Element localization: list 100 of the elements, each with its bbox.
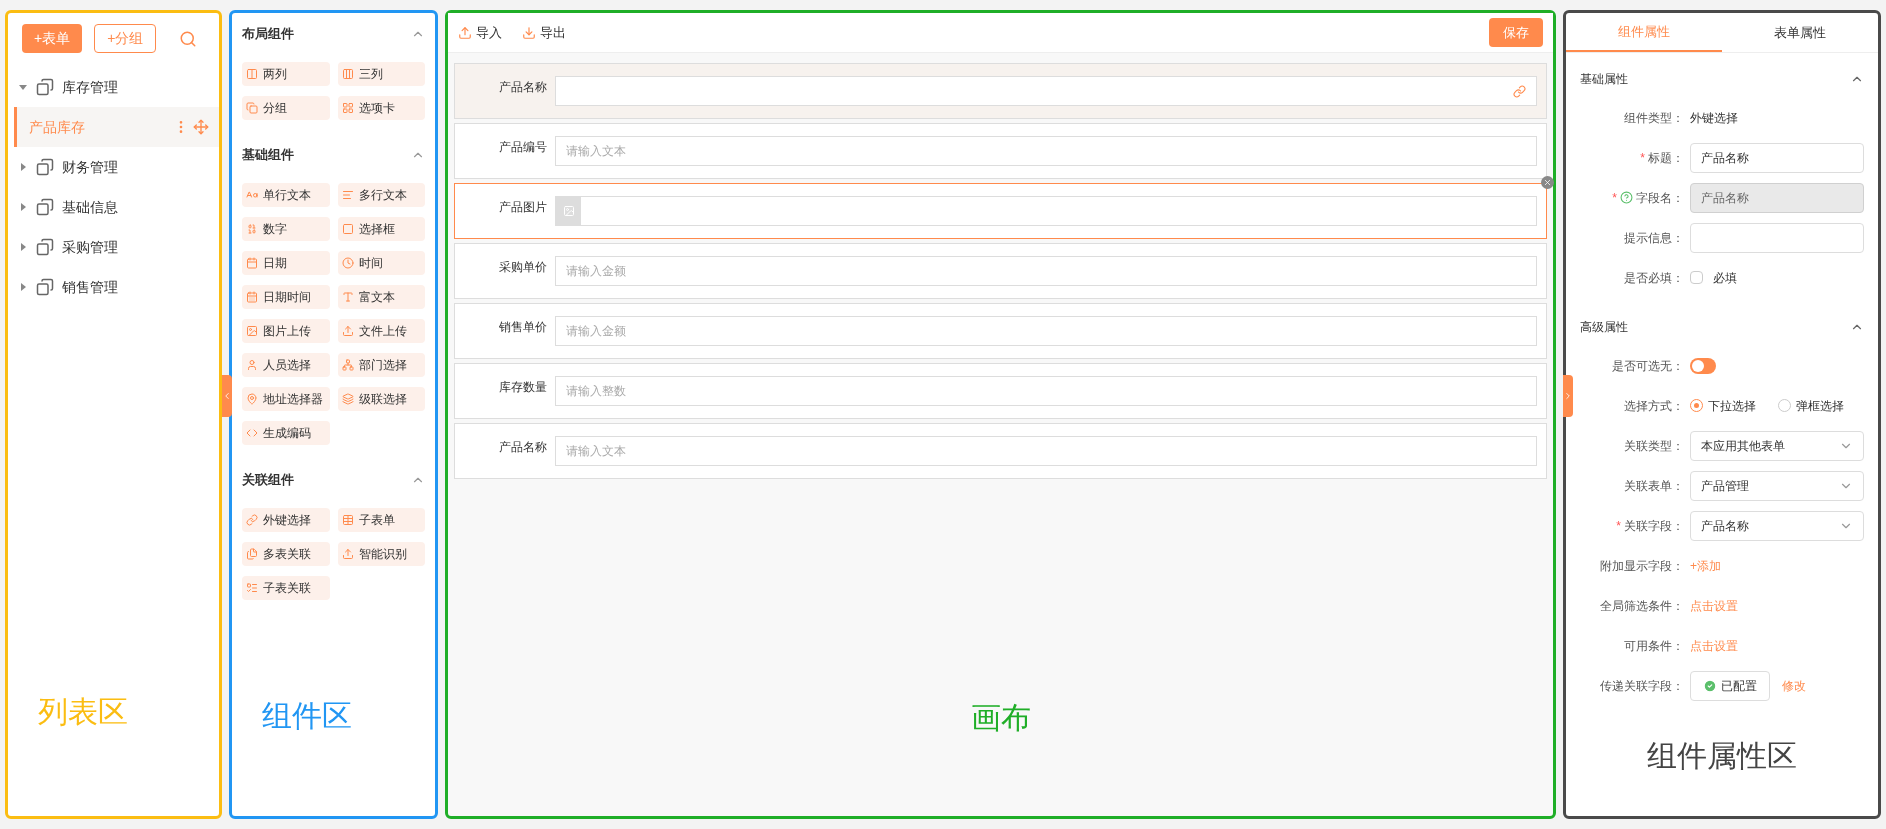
clock-icon <box>341 257 354 269</box>
component-item[interactable]: 多行文本 <box>337 183 425 207</box>
component-item[interactable]: 富文本 <box>337 285 425 309</box>
component-item[interactable]: 子表关联 <box>242 576 330 600</box>
tree-item[interactable]: 财务管理 <box>8 147 219 187</box>
text-icon <box>246 189 258 201</box>
collapse-handle[interactable] <box>1563 375 1573 417</box>
location-pin-icon <box>246 393 258 405</box>
component-item[interactable]: 三列 <box>337 62 425 86</box>
component-item[interactable]: 日期 <box>242 251 330 275</box>
component-item[interactable]: 人员选择 <box>242 353 330 377</box>
property-label: 是否必填： <box>1624 269 1684 287</box>
component-item[interactable]: 级联选择 <box>337 387 425 411</box>
caret-right-icon[interactable] <box>18 242 28 252</box>
property-label: 关联类型： <box>1624 437 1684 455</box>
property-label: 提示信息： <box>1624 229 1684 247</box>
form-field-row[interactable]: 采购单价 请输入金额 <box>454 243 1547 299</box>
folder-icon <box>36 278 54 296</box>
component-item[interactable]: 选项卡 <box>337 96 425 120</box>
columns-icon <box>246 68 258 80</box>
component-item[interactable]: 多表关联 <box>242 542 330 566</box>
checkbox[interactable] <box>1690 271 1703 284</box>
number-icon <box>246 223 258 235</box>
property-label: 关联表单： <box>1624 477 1684 495</box>
property-label: 是否可选无： <box>1612 357 1684 375</box>
tab[interactable]: 表单属性 <box>1722 13 1878 52</box>
table-icon <box>341 514 354 526</box>
component-item[interactable]: 数字 <box>242 217 330 241</box>
select-field[interactable]: 产品管理 <box>1690 470 1864 501</box>
input-field[interactable] <box>1690 222 1864 253</box>
caret-right-icon[interactable] <box>18 162 28 172</box>
component-item[interactable]: 图片上传 <box>242 319 330 343</box>
caret-right-icon[interactable] <box>18 202 28 212</box>
upload-icon <box>458 25 472 40</box>
caret-right-icon[interactable] <box>18 282 28 292</box>
toggle-switch[interactable] <box>1690 357 1716 374</box>
component-item[interactable]: 地址选择器 <box>242 387 330 411</box>
tree-item[interactable]: 库存管理 <box>8 67 219 107</box>
status-button[interactable]: 已配置 <box>1690 670 1770 701</box>
input-field[interactable]: 产品名称 <box>1690 142 1864 173</box>
required-mark: * <box>1612 189 1617 207</box>
form-field-row[interactable]: 产品名称 请输入文本 <box>454 423 1547 479</box>
collapse-handle[interactable] <box>222 375 232 417</box>
input-field[interactable]: 请输入整数 <box>555 376 1537 406</box>
property-label: 传递关联字段： <box>1600 677 1684 695</box>
radio-option[interactable]: 下拉选择 <box>1690 396 1756 415</box>
field-label: 销售单价 <box>498 319 548 336</box>
component-item[interactable]: 分组 <box>242 96 330 120</box>
tree-item[interactable]: 基础信息 <box>8 187 219 227</box>
tree-item[interactable]: 销售管理 <box>8 267 219 307</box>
field-label: 产品图片 <box>498 199 548 216</box>
input-field[interactable]: 请输入金额 <box>555 256 1537 286</box>
input-field[interactable]: 请输入金额 <box>555 316 1537 346</box>
text-icon <box>341 291 354 303</box>
component-item[interactable]: 部门选择 <box>337 353 425 377</box>
export-button[interactable]: 导出 <box>522 22 566 43</box>
image-field[interactable] <box>555 196 1537 226</box>
select-field[interactable]: 产品名称 <box>1690 510 1864 541</box>
section-title: 基础属性 <box>1580 71 1628 88</box>
field-label: 库存数量 <box>498 379 548 396</box>
component-item[interactable]: 文件上传 <box>337 319 425 343</box>
caret-down-icon[interactable] <box>18 82 28 92</box>
radio-option[interactable]: 弹框选择 <box>1778 396 1844 415</box>
select-field[interactable]: 本应用其他表单 <box>1690 430 1864 461</box>
component-item[interactable]: 日期时间 <box>242 285 330 309</box>
form-field-row[interactable]: 产品图片 <box>454 183 1547 239</box>
annotation-label: 组件属性区 <box>1647 738 1797 774</box>
required-checkbox[interactable]: 必填 <box>1690 268 1737 287</box>
input-field[interactable]: 请输入文本 <box>555 136 1537 166</box>
required-mark: * <box>1640 149 1645 167</box>
group-title: 布局组件 <box>242 25 294 44</box>
component-item[interactable]: 选择框 <box>337 217 425 241</box>
component-item[interactable]: 两列 <box>242 62 330 86</box>
component-item[interactable]: 子表单 <box>337 508 425 532</box>
property-label: 组件类型： <box>1624 109 1684 127</box>
tree-item[interactable]: 采购管理 <box>8 227 219 267</box>
form-field-row[interactable]: 库存数量 请输入整数 <box>454 363 1547 419</box>
property-label: 字段名： <box>1636 189 1684 207</box>
move-icon[interactable] <box>193 119 209 135</box>
grid-icon <box>341 102 354 114</box>
component-item[interactable]: 单行文本 <box>242 183 330 207</box>
square-icon <box>341 223 354 235</box>
component-item[interactable]: 外键选择 <box>242 508 330 532</box>
folder-icon <box>36 238 54 256</box>
field-label: 产品名称 <box>498 79 548 96</box>
lines-icon <box>341 189 354 201</box>
upload-icon <box>341 325 354 337</box>
form-field-row[interactable]: 产品编号 请输入文本 <box>454 123 1547 179</box>
layers-icon <box>341 393 354 405</box>
import-button[interactable]: 导入 <box>458 22 502 43</box>
input-field[interactable]: 请输入文本 <box>555 436 1537 466</box>
search-icon[interactable] <box>179 29 197 48</box>
tree-item-label: 销售管理 <box>62 277 118 297</box>
form-field-row[interactable]: 销售单价 请输入金额 <box>454 303 1547 359</box>
component-item[interactable]: 生成编码 <box>242 421 330 445</box>
form-field-row[interactable]: 产品名称 <box>454 63 1547 119</box>
component-item[interactable]: 时间 <box>337 251 425 275</box>
property-value: 外键选择 <box>1690 109 1738 127</box>
component-item[interactable]: 智能识别 <box>337 542 425 566</box>
input-field[interactable] <box>555 76 1537 106</box>
